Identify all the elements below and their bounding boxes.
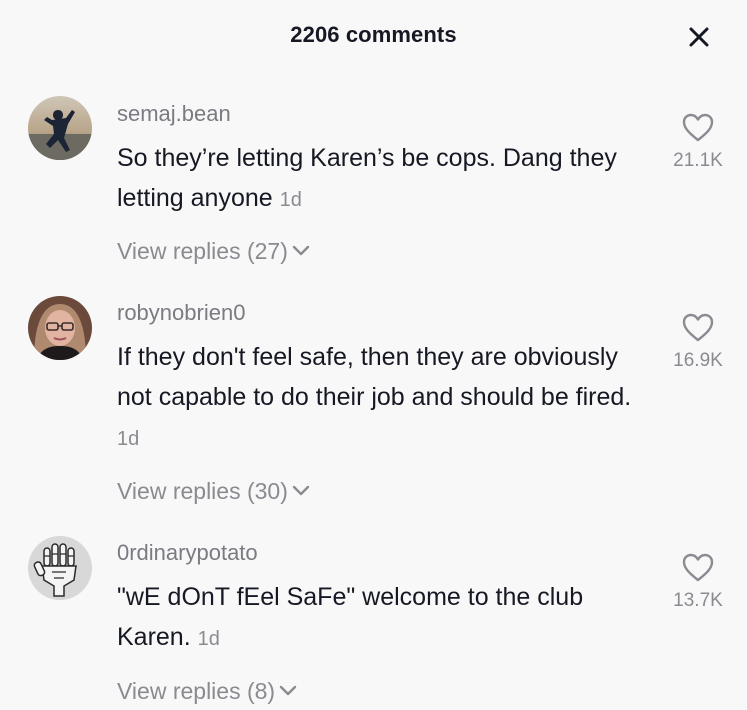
comment-timestamp: 1d xyxy=(197,628,220,650)
like-count: 21.1K xyxy=(673,150,723,171)
view-replies-button[interactable]: View replies (27) xyxy=(117,238,311,265)
avatar[interactable] xyxy=(28,536,92,600)
comment-text: "wE dOnT fEel SaFe" welcome to the club … xyxy=(117,577,652,659)
heart-icon xyxy=(682,313,714,342)
comment-body: So they’re letting Karen’s be cops. Dang… xyxy=(117,144,617,212)
woman-glasses-avatar-icon xyxy=(28,296,92,360)
view-replies-label: View replies (8) xyxy=(117,678,276,704)
comments-panel: 2206 comments semaj.bean So they’re lett… xyxy=(0,0,747,710)
comment-body: "wE dOnT fEel SaFe" welcome to the club … xyxy=(117,583,584,651)
comment-count-title: 2206 comments xyxy=(290,22,457,47)
avatar[interactable] xyxy=(28,296,92,360)
like-button[interactable]: 21.1K xyxy=(660,112,736,172)
view-replies-label: View replies (30) xyxy=(117,478,288,504)
comment-text: If they don't feel safe, then they are o… xyxy=(117,337,652,459)
view-replies-button[interactable]: View replies (8) xyxy=(117,678,298,705)
comment-timestamp: 1d xyxy=(279,189,302,211)
avatar[interactable] xyxy=(28,96,92,160)
close-icon[interactable] xyxy=(684,22,714,52)
chevron-down-icon xyxy=(291,237,311,264)
comment-timestamp: 1d xyxy=(117,428,140,450)
heart-icon xyxy=(682,113,714,142)
like-button[interactable]: 13.7K xyxy=(660,552,736,612)
like-button[interactable]: 16.9K xyxy=(660,312,736,372)
like-count: 13.7K xyxy=(673,590,723,611)
comment-username[interactable]: 0rdinarypotato xyxy=(117,540,258,566)
comment-username[interactable]: robynobrien0 xyxy=(117,300,245,326)
chevron-down-icon xyxy=(278,677,298,704)
view-replies-label: View replies (27) xyxy=(117,238,288,264)
person-silhouette-avatar-icon xyxy=(28,96,92,160)
comment-body: If they don't feel safe, then they are o… xyxy=(117,343,632,411)
like-count: 16.9K xyxy=(673,350,723,371)
view-replies-button[interactable]: View replies (30) xyxy=(117,478,311,505)
comments-header: 2206 comments xyxy=(0,0,747,72)
heart-icon xyxy=(682,553,714,582)
skeleton-hand-avatar-icon xyxy=(28,536,92,600)
comment-username[interactable]: semaj.bean xyxy=(117,101,231,127)
chevron-down-icon xyxy=(291,477,311,504)
comment-text: So they’re letting Karen’s be cops. Dang… xyxy=(117,138,652,220)
